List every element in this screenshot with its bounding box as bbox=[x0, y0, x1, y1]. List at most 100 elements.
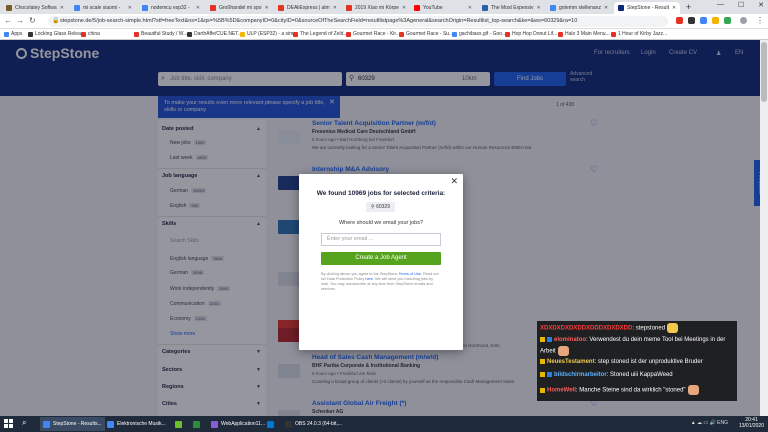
favicon-icon bbox=[4, 31, 9, 37]
favicon-icon bbox=[187, 31, 192, 37]
bookmark-item[interactable]: Hop Hop Donut Lif... bbox=[505, 31, 557, 37]
taskbar-app[interactable]: StepStone - Results... bbox=[40, 417, 105, 431]
taskbar-app[interactable] bbox=[172, 417, 185, 431]
profile-avatar[interactable] bbox=[740, 17, 747, 24]
scrollbar-thumb[interactable] bbox=[761, 42, 767, 102]
url-text: stepstone.de/5/job-search-simple.html?st… bbox=[60, 18, 578, 24]
modal-title: We found 10969 jobs for selected criteri… bbox=[316, 190, 446, 197]
extension-icon[interactable] bbox=[724, 17, 731, 24]
window-controls: — ☐ ✕ bbox=[717, 1, 764, 9]
browser-tab[interactable]: gotemm stellenanz ✕ bbox=[546, 2, 612, 14]
close-tab-icon[interactable]: ✕ bbox=[128, 5, 132, 11]
favicon-icon bbox=[81, 31, 86, 37]
bookmark-item[interactable]: gachibass.gif - Goo... bbox=[452, 31, 506, 37]
favicon-icon bbox=[142, 5, 148, 11]
back-icon[interactable]: ← bbox=[4, 16, 12, 26]
close-tab-icon[interactable]: ✕ bbox=[604, 5, 608, 11]
bookmark-item[interactable]: 1 Hour of Kirby Jazz... bbox=[611, 31, 667, 37]
terms-of-use-link[interactable]: Terms of Use bbox=[399, 272, 421, 276]
browser-tab[interactable]: 2019 Xiao mi Körpe ✕ bbox=[342, 2, 408, 14]
create-job-agent-button[interactable]: Create a Job Agent bbox=[321, 252, 441, 265]
chat-username[interactable]: HomeWell bbox=[547, 388, 576, 394]
browser-tab[interactable]: StepStone - Result ✕ bbox=[614, 2, 680, 14]
favicon-icon bbox=[414, 5, 420, 11]
close-icon[interactable]: ✕ bbox=[450, 176, 458, 187]
tab-label: DEAliExpress | alm bbox=[287, 5, 330, 11]
browser-tab[interactable]: nodemcu esp32 - ✕ bbox=[138, 2, 204, 14]
taskbar-app[interactable]: WebApplication11... bbox=[208, 417, 268, 431]
minimize-icon[interactable]: — bbox=[717, 1, 724, 9]
bookmark-label: The Legend of Zeld... bbox=[300, 31, 348, 37]
language-indicator[interactable]: ENG bbox=[717, 420, 728, 426]
favicon-icon bbox=[210, 5, 216, 11]
chat-username[interactable]: bildschirmarbeitor bbox=[554, 372, 607, 378]
taskbar-search-icon[interactable]: ⌕ bbox=[22, 418, 26, 428]
browser-tab[interactable]: mi scale xiaomi - ✕ bbox=[70, 2, 136, 14]
lock-icon: 🔒 bbox=[52, 18, 60, 24]
taskbar-app[interactable] bbox=[190, 417, 203, 431]
close-tab-icon[interactable]: ✕ bbox=[537, 5, 541, 11]
app-icon bbox=[107, 420, 114, 428]
menu-icon[interactable]: ⋮ bbox=[756, 16, 764, 26]
url-field[interactable]: 🔒 stepstone.de/5/job-search-simple.html?… bbox=[48, 16, 668, 27]
close-tab-icon[interactable]: ✕ bbox=[265, 5, 269, 11]
close-tab-icon[interactable]: ✕ bbox=[672, 5, 676, 11]
chat-text: Manche Steine sind da wirklich "stoned" bbox=[579, 387, 686, 394]
bookmark-item[interactable]: Apps bbox=[4, 31, 22, 37]
extension-icon[interactable] bbox=[676, 17, 683, 24]
chat-message: bildschirmarbeitor: Stoned uiii KappaWee… bbox=[540, 372, 673, 378]
bookmark-item[interactable]: ULP (ESP32) - a sim... bbox=[240, 31, 297, 37]
bookmark-item[interactable]: Locking Glass Relea bbox=[28, 31, 81, 37]
tab-label: mi scale xiaomi - bbox=[83, 5, 121, 11]
new-tab-icon[interactable]: + bbox=[686, 2, 691, 13]
taskbar-app[interactable]: Elektronische Musik... bbox=[104, 417, 169, 431]
favicon-icon bbox=[6, 5, 12, 11]
taskbar-app-label: Elektronische Musik... bbox=[117, 421, 166, 427]
subscriber-badge-icon bbox=[540, 387, 545, 393]
windows-start-icon[interactable] bbox=[4, 419, 13, 428]
forward-icon[interactable]: → bbox=[16, 16, 24, 26]
extension-icon[interactable] bbox=[700, 17, 707, 24]
extension-icon[interactable] bbox=[688, 17, 695, 24]
close-tab-icon[interactable]: ✕ bbox=[60, 5, 64, 11]
legal-text: By clicking above you agree to the StepS… bbox=[321, 272, 441, 292]
bookmark-item[interactable]: china bbox=[81, 31, 100, 37]
system-tray-icons[interactable]: ▲ ☁ ▭ 🔊 ENG bbox=[691, 420, 728, 426]
browser-tab[interactable]: Großhandel mi spo ✕ bbox=[206, 2, 272, 14]
close-tab-icon[interactable]: ✕ bbox=[402, 5, 406, 11]
clock[interactable]: 20:41 13/01/2020 bbox=[739, 417, 764, 429]
bookmark-item[interactable]: Gourmet Race - Su... bbox=[399, 31, 453, 37]
subscriber-badge-icon bbox=[540, 372, 545, 377]
browser-tab[interactable]: DEAliExpress | alm ✕ bbox=[274, 2, 340, 14]
browser-tab[interactable]: YouTube ✕ bbox=[410, 2, 476, 14]
chat-username[interactable]: elominatoo bbox=[554, 337, 586, 343]
bookmark-item[interactable]: Halo 3 Main Menu... bbox=[558, 31, 610, 37]
tab-label: gotemm stellenanz bbox=[559, 5, 601, 11]
reload-icon[interactable]: ↻ bbox=[29, 16, 36, 26]
close-tab-icon[interactable]: ✕ bbox=[468, 5, 472, 11]
close-tab-icon[interactable]: ✕ bbox=[196, 5, 200, 11]
bookmark-label: Halo 3 Main Menu... bbox=[565, 31, 610, 37]
taskbar-app[interactable] bbox=[264, 417, 277, 431]
taskbar-app[interactable]: OBS 24.0.3 (64-bit,... bbox=[282, 417, 345, 431]
privacy-policy-link[interactable]: here bbox=[365, 277, 373, 281]
email-field[interactable]: Enter your email ... bbox=[321, 233, 441, 246]
app-icon bbox=[267, 420, 274, 428]
bookmark-item[interactable]: The Legend of Zeld... bbox=[293, 31, 348, 37]
browser-tab[interactable]: Chocolatey Softwa ✕ bbox=[2, 2, 68, 14]
job-agent-modal: ✕ We found 10969 jobs for selected crite… bbox=[299, 174, 463, 350]
subscriber-badge-icon bbox=[540, 336, 545, 342]
chat-username[interactable]: NeuesTestament bbox=[547, 359, 595, 365]
bookmark-item[interactable]: DarthAffe/CUE.NET... bbox=[187, 31, 242, 37]
maximize-icon[interactable]: ☐ bbox=[738, 1, 744, 9]
bookmark-item[interactable]: Beautiful Study / W... bbox=[134, 31, 187, 37]
chat-username[interactable]: XDXDXDXDXDDXDDDXDXDXDD bbox=[540, 326, 632, 332]
favicon-icon bbox=[74, 5, 80, 11]
close-tab-icon[interactable]: ✕ bbox=[333, 5, 337, 11]
bookmark-item[interactable]: Gourmet Race - Kir... bbox=[346, 31, 400, 37]
page-scrollbar[interactable] bbox=[760, 40, 768, 416]
browser-tab[interactable]: The Most Expensiv ✕ bbox=[478, 2, 544, 14]
close-window-icon[interactable]: ✕ bbox=[758, 1, 764, 9]
modal-question: Where should we email your jobs? bbox=[338, 220, 424, 226]
extension-icon[interactable] bbox=[712, 17, 719, 24]
